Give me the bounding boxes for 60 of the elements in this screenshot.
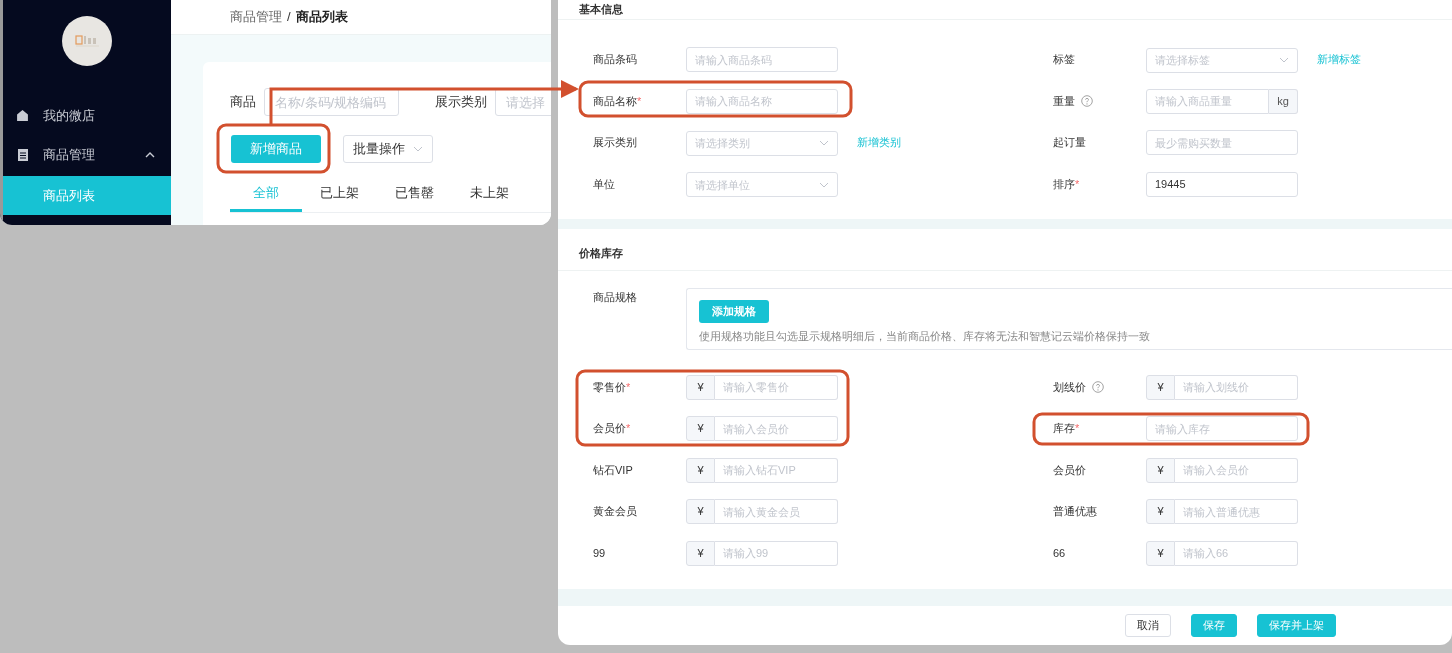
logo-icon (62, 16, 112, 66)
field-label: 商品名称 (593, 93, 637, 109)
field-label: 商品条码 (593, 52, 637, 68)
section-title: 价格库存 (579, 246, 623, 259)
input-field[interactable]: 19445 (1146, 171, 1298, 197)
breadcrumb-current: 商品列表 (295, 8, 348, 27)
menu-item[interactable]: 我的微店 (3, 96, 171, 135)
required-mark: * (626, 421, 631, 437)
filter-label: 商品 (230, 93, 256, 112)
chevron-up-icon (145, 151, 155, 158)
field-label: 会员价 (593, 421, 626, 437)
field-label: 标签 (1053, 52, 1075, 68)
batch-dropdown[interactable]: 批量操作 (343, 135, 433, 163)
search-field[interactable]: 名称/条码/规格编码 (264, 88, 399, 116)
field-label: 商品规格 (593, 289, 638, 305)
currency-symbol: ¥ (686, 457, 715, 483)
chevron-down-icon (819, 181, 829, 188)
field-label: 排序 (1053, 176, 1075, 192)
unit-label: kg (1269, 88, 1298, 114)
breadcrumb-separator: / (287, 8, 291, 27)
field-label: 会员价 (1053, 462, 1086, 478)
document-icon (16, 147, 29, 162)
required-mark: * (1075, 421, 1080, 437)
search-field[interactable]: 请选择 (495, 88, 551, 116)
breadcrumb-link[interactable]: 商品管理 (230, 7, 282, 27)
field-label: 99 (593, 545, 606, 561)
tab[interactable]: 已上架 (302, 176, 377, 212)
field-label: 普通优惠 (1053, 504, 1097, 520)
spec-note: 使用规格功能且勾选显示规格明细后，当前商品价格、库存将无法和智慧记云端价格保持一致 (699, 328, 1150, 344)
field-label: 66 (1053, 545, 1066, 561)
currency-symbol: ¥ (686, 540, 715, 566)
field-label: 单位 (593, 176, 615, 192)
currency-symbol: ¥ (1146, 540, 1175, 566)
field-label: 重量 (1053, 93, 1075, 109)
field-label: 黄金会员 (593, 504, 637, 520)
required-mark: * (626, 379, 631, 395)
chevron-down-icon (1279, 57, 1289, 63)
field-label: 零售价 (593, 379, 626, 395)
currency-symbol: ¥ (1146, 457, 1175, 483)
menu-item[interactable]: 商品管理 (3, 135, 171, 174)
field-label: 起订量 (1053, 135, 1086, 151)
required-mark: * (637, 93, 642, 109)
field-label: 展示类别 (593, 135, 637, 151)
chevron-down-icon (819, 140, 829, 146)
tab[interactable]: 已售罄 (377, 176, 452, 212)
currency-symbol: ¥ (1146, 499, 1175, 524)
field-label: 划线价 (1053, 379, 1086, 395)
field-label: 钻石VIP (593, 462, 633, 478)
filter-label: 展示类别 (435, 93, 487, 112)
currency-symbol: ¥ (1146, 374, 1175, 400)
section-title: 基本信息 (579, 2, 623, 18)
chevron-down-icon (413, 146, 423, 152)
required-mark: * (1075, 176, 1080, 192)
tab[interactable]: 未上架 (452, 176, 527, 212)
currency-symbol: ¥ (686, 374, 715, 400)
currency-symbol: ¥ (686, 499, 715, 524)
home-icon (16, 109, 29, 122)
cancel-button[interactable]: 取消 (1125, 613, 1171, 637)
field-label: 库存 (1053, 421, 1075, 437)
currency-symbol: ¥ (686, 416, 715, 441)
